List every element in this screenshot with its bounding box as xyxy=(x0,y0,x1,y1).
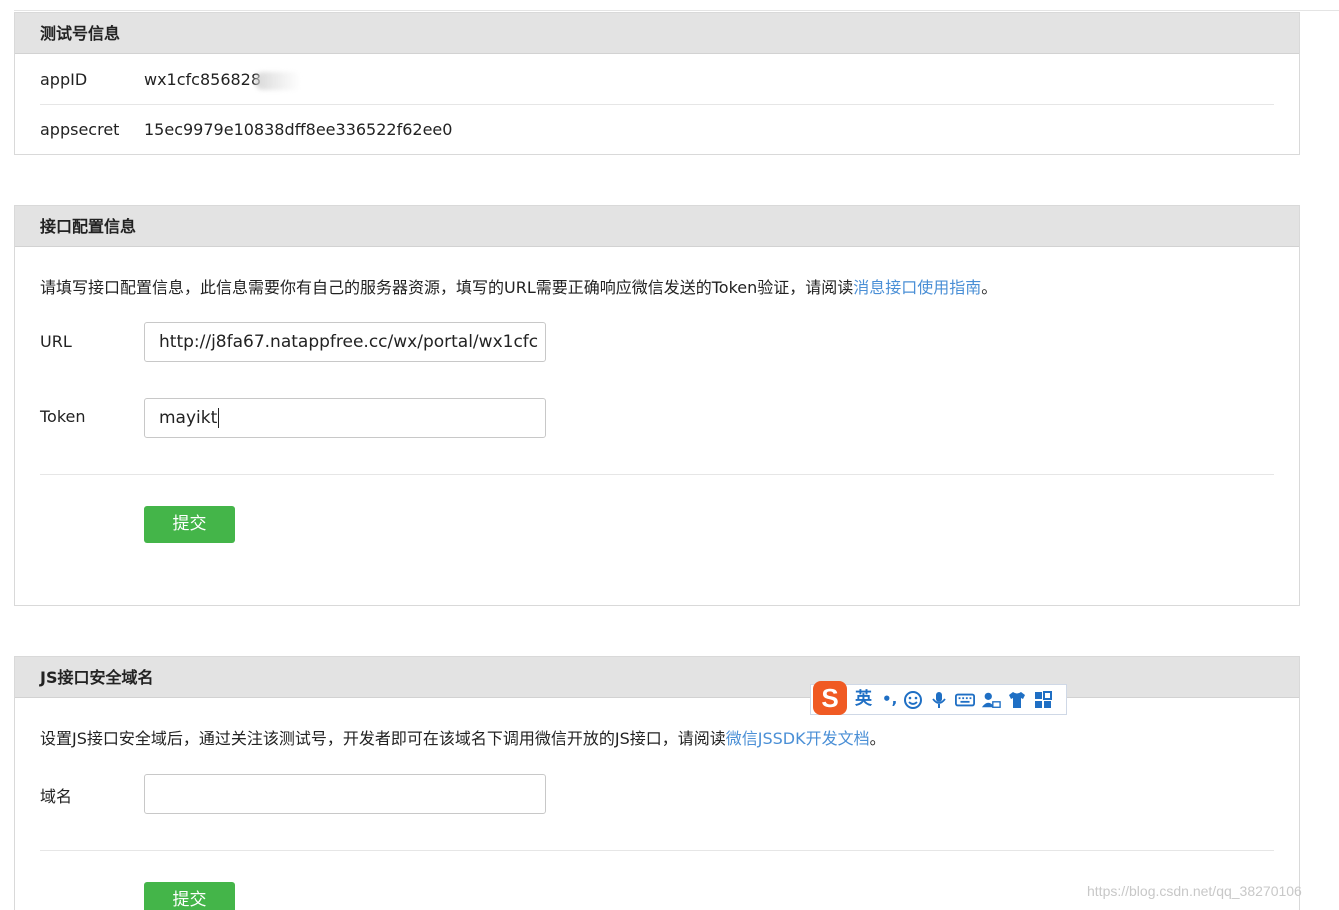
ime-punctuation-toggle[interactable]: •, xyxy=(882,684,897,715)
appsecret-label: appsecret xyxy=(40,105,119,155)
appid-row: appID wx1cfc856828 xyxy=(40,55,1274,105)
token-label: Token xyxy=(40,407,86,426)
url-label: URL xyxy=(40,332,72,351)
ime-language-toggle[interactable]: 英 xyxy=(855,684,872,715)
test-account-title: 测试号信息 xyxy=(15,13,1299,54)
js-domain-title: JS接口安全域名 xyxy=(15,657,1299,698)
js-domain-submit-button[interactable]: 提交 xyxy=(144,882,235,910)
message-api-guide-link[interactable]: 消息接口使用指南 xyxy=(853,278,981,297)
interface-config-desc-end: 。 xyxy=(981,278,997,297)
user-tool-icon[interactable] xyxy=(981,690,1001,710)
top-divider xyxy=(14,10,1339,11)
interface-config-panel: 接口配置信息 请填写接口配置信息，此信息需要你有自己的服务器资源，填写的URL需… xyxy=(14,205,1300,606)
microphone-icon[interactable] xyxy=(929,690,949,710)
keyboard-icon[interactable] xyxy=(955,690,975,710)
url-input-value: http://j8fa67.natappfree.cc/wx/portal/wx… xyxy=(159,332,538,352)
js-domain-description: 设置JS接口安全域后，通过关注该测试号，开发者即可在该域名下调用微信开放的JS接… xyxy=(40,725,886,749)
ime-toolbar[interactable]: S 英 •, xyxy=(810,684,1067,715)
interface-config-desc-text: 请填写接口配置信息，此信息需要你有自己的服务器资源，填写的URL需要正确响应微信… xyxy=(40,278,853,297)
test-account-panel: 测试号信息 appID wx1cfc856828 appsecret 15ec9… xyxy=(14,12,1300,155)
url-input[interactable]: http://j8fa67.natappfree.cc/wx/portal/wx… xyxy=(144,322,546,362)
interface-config-description: 请填写接口配置信息，此信息需要你有自己的服务器资源，填写的URL需要正确响应微信… xyxy=(40,274,997,298)
js-domain-desc-end: 。 xyxy=(870,729,886,748)
redaction-blur xyxy=(255,72,301,90)
text-caret xyxy=(218,408,219,428)
watermark-text: https://blog.csdn.net/qq_38270106 xyxy=(1087,883,1302,899)
token-input-value: mayikt xyxy=(159,408,217,428)
appid-value: wx1cfc856828 xyxy=(144,70,261,89)
appid-value-wrap: wx1cfc856828 xyxy=(144,55,301,105)
token-input[interactable]: mayikt xyxy=(144,398,546,438)
form-divider xyxy=(40,474,1274,475)
sogou-logo-icon[interactable]: S xyxy=(813,681,847,715)
appid-label: appID xyxy=(40,55,87,105)
js-domain-desc-text: 设置JS接口安全域后，通过关注该测试号，开发者即可在该域名下调用微信开放的JS接… xyxy=(40,729,726,748)
js-form-divider xyxy=(40,850,1274,851)
appsecret-value: 15ec9979e10838dff8ee336522f62ee0 xyxy=(144,105,452,155)
domain-label: 域名 xyxy=(40,783,72,807)
smiley-icon[interactable] xyxy=(903,690,923,710)
domain-input[interactable] xyxy=(144,774,546,814)
interface-submit-button[interactable]: 提交 xyxy=(144,506,235,543)
interface-config-title: 接口配置信息 xyxy=(15,206,1299,247)
shirt-icon[interactable] xyxy=(1007,690,1027,710)
grid-icon[interactable] xyxy=(1033,690,1053,710)
appsecret-row: appsecret 15ec9979e10838dff8ee336522f62e… xyxy=(40,105,1274,155)
jssdk-doc-link[interactable]: 微信JSSDK开发文档 xyxy=(726,729,870,748)
js-domain-panel: JS接口安全域名 设置JS接口安全域后，通过关注该测试号，开发者即可在该域名下调… xyxy=(14,656,1300,910)
